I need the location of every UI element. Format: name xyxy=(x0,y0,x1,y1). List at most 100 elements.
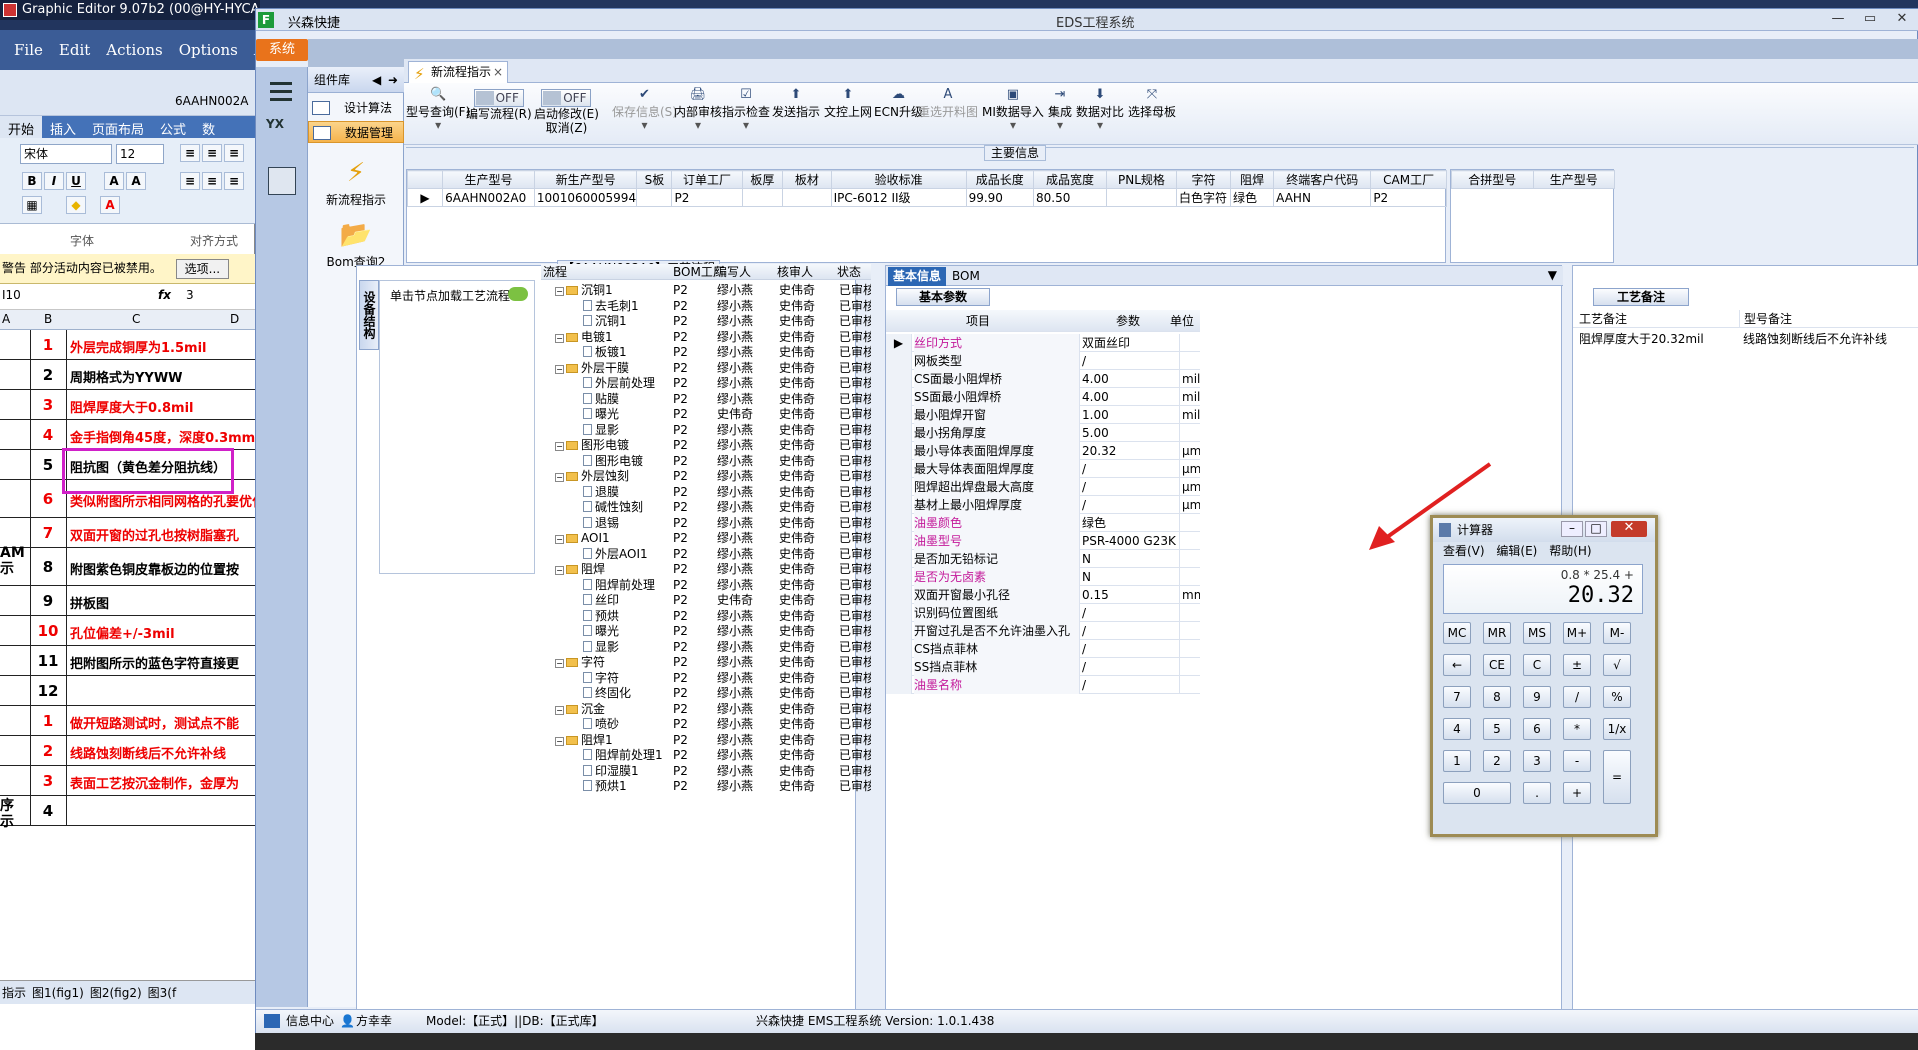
system-button[interactable]: 系统 xyxy=(256,39,308,61)
calculator-key[interactable]: M- xyxy=(1603,622,1631,644)
table-row[interactable]: 4 金手指倒角45度，深度0.3mm xyxy=(0,420,255,450)
tree-row[interactable]: − 字符 P2 缪小燕 史伟奇 已审核 xyxy=(541,654,871,670)
param-value[interactable]: 4.00 xyxy=(1082,370,1180,388)
param-value[interactable]: 0.15 xyxy=(1082,586,1180,604)
process-tree[interactable]: − 沉铜1 P2 缪小燕 史伟奇 已审核 去毛刺1 P2 缪小燕 史伟奇 已审核 沉铜1 P2 缪小燕 史伟… xyxy=(541,278,871,818)
toolbar-button[interactable]: ⬆ 文控上网 xyxy=(824,87,872,119)
table-row[interactable]: 8 附图紫色铜皮靠板边的位置按 xyxy=(0,548,255,586)
calculator-key[interactable]: MS xyxy=(1523,622,1551,644)
grow-font-button[interactable]: A xyxy=(104,172,124,190)
font-color-button[interactable]: A xyxy=(100,196,120,214)
toolbar-button[interactable]: ⇥ 集成 ▾ xyxy=(1048,87,1072,131)
tree-row[interactable]: 图形电镀 P2 缪小燕 史伟奇 已审核 xyxy=(541,453,871,469)
tree-row[interactable]: − 沉金 P2 缪小燕 史伟奇 已审核 xyxy=(541,701,871,717)
param-value[interactable]: / xyxy=(1082,478,1180,496)
column-header[interactable]: CAM工厂 xyxy=(1370,170,1447,189)
tree-row[interactable]: 外层AOI1 P2 缪小燕 史伟奇 已审核 xyxy=(541,546,871,562)
table-row[interactable]: 识别码位置图纸 / xyxy=(886,604,1200,622)
param-value[interactable]: N xyxy=(1082,568,1180,586)
tree-row[interactable]: − AOI1 P2 缪小燕 史伟奇 已审核 xyxy=(541,530,871,546)
calculator-key[interactable]: M+ xyxy=(1563,622,1591,644)
table-row[interactable]: 网板类型 / xyxy=(886,352,1200,370)
tree-row[interactable]: 预烘1 P2 缪小燕 史伟奇 已审核 xyxy=(541,778,871,794)
chevron-left-icon[interactable]: ◀ xyxy=(372,67,381,93)
align-top-button[interactable]: ≡ xyxy=(180,144,200,162)
collapse-icon[interactable]: − xyxy=(555,659,564,668)
name-box[interactable]: I10 xyxy=(2,288,21,302)
param-value[interactable]: 绿色 xyxy=(1082,514,1180,532)
table-row[interactable]: 油墨名称 / xyxy=(886,676,1200,694)
table-row[interactable]: 最大导体表面阻焊厚度 / μm xyxy=(886,460,1200,478)
close-tab-icon[interactable]: × xyxy=(493,62,503,82)
table-row[interactable]: 开窗过孔是否不允许油墨入孔 / xyxy=(886,622,1200,640)
border-button[interactable]: ▦ xyxy=(22,196,42,214)
sidebar-item[interactable]: 数据管理 xyxy=(308,121,404,143)
sidebar-launcher[interactable]: ⚡ 新流程指示 xyxy=(308,159,404,208)
tree-row[interactable]: 退锡 P2 缪小燕 史伟奇 已审核 xyxy=(541,515,871,531)
tree-row[interactable]: 沉铜1 P2 缪小燕 史伟奇 已审核 xyxy=(541,313,871,329)
toolbar-button[interactable]: ✔ 保存信息(S) ▾ xyxy=(612,87,677,131)
table-cell[interactable] xyxy=(741,188,784,207)
basic-params-tab[interactable]: 基本参数 xyxy=(896,288,990,306)
toolbar-button[interactable]: ☁ ECN升级 xyxy=(874,87,923,119)
table-row[interactable]: SS面最小阻焊桥 4.00 mil xyxy=(886,388,1200,406)
param-value[interactable]: / xyxy=(1082,460,1180,478)
sheet-tab[interactable]: 图2(fig2) xyxy=(90,984,142,1001)
table-row[interactable]: ▶ 6AAHN002A0 10010600059949 P2 IPC-6012 II级 9… xyxy=(406,188,1447,207)
maximize-icon[interactable]: ▭ xyxy=(1855,11,1885,29)
toolbar-button[interactable]: ▣ MI数据导入 ▾ xyxy=(982,87,1044,131)
table-row[interactable]: 11 把附图所示的蓝色字符直接更 xyxy=(0,646,255,676)
table-row[interactable]: 1 外层完成铜厚为1.5mil xyxy=(0,330,255,360)
close-icon[interactable]: ✕ xyxy=(1887,11,1917,29)
toolbar-button[interactable]: ⤧ 选择母板 xyxy=(1128,87,1176,119)
param-value[interactable]: / xyxy=(1082,604,1180,622)
table-row[interactable]: 2 周期格式为YYWW xyxy=(0,360,255,390)
tree-row[interactable]: − 图形电镀 P2 缪小燕 史伟奇 已审核 xyxy=(541,437,871,453)
toolbar-button[interactable]: ⬆ 发送指示 xyxy=(772,87,820,119)
param-value[interactable]: 5.00 xyxy=(1082,424,1180,442)
column-header[interactable]: S板 xyxy=(636,170,673,189)
table-row[interactable]: 是否为无卤素 N xyxy=(886,568,1200,586)
tab-basic-info[interactable]: 基本信息 xyxy=(888,267,946,286)
tree-row[interactable]: 去毛刺1 P2 缪小燕 史伟奇 已审核 xyxy=(541,298,871,314)
tree-row[interactable]: − 沉铜1 P2 缪小燕 史伟奇 已审核 xyxy=(541,282,871,298)
calculator-key[interactable]: ± xyxy=(1563,654,1591,676)
param-value[interactable]: / xyxy=(1082,658,1180,676)
options-button[interactable]: 选项... xyxy=(175,258,230,279)
table-cell[interactable]: 白色字符 xyxy=(1176,188,1231,207)
tree-row[interactable]: 印湿膜1 P2 缪小燕 史伟奇 已审核 xyxy=(541,763,871,779)
minimize-icon[interactable]: — xyxy=(1823,11,1853,29)
toolbar-button[interactable]: ☑ 指示检查 ▾ xyxy=(722,87,770,131)
table-cell[interactable] xyxy=(636,188,673,207)
fx-icon[interactable]: fx xyxy=(158,288,171,302)
tab-insert[interactable]: 插入 xyxy=(42,116,84,138)
toolbar-button[interactable]: 🖨 内部审核 ▾ xyxy=(674,87,722,131)
calculator-key[interactable]: 4 xyxy=(1443,718,1471,740)
tab-formulas[interactable]: 公式 xyxy=(152,116,194,138)
table-row[interactable]: 2 线路蚀刻断线后不允许补线 xyxy=(0,736,255,766)
tree-row[interactable]: 显影 P2 缪小燕 史伟奇 已审核 xyxy=(541,422,871,438)
collapse-icon[interactable]: − xyxy=(555,473,564,482)
table-cell[interactable]: 绿色 xyxy=(1229,188,1275,207)
align-right-button[interactable]: ≡ xyxy=(224,172,244,190)
font-size-select[interactable]: 12 xyxy=(116,144,164,164)
merge-model-grid[interactable]: 合拼型号 生产型号 xyxy=(1451,170,1615,189)
column-header[interactable]: 终端客户代码 xyxy=(1273,170,1372,189)
tree-row[interactable]: 预烘 P2 缪小燕 史伟奇 已审核 xyxy=(541,608,871,624)
menu-file[interactable]: File xyxy=(0,41,51,59)
collapse-icon[interactable]: − xyxy=(555,333,564,343)
column-header[interactable]: 项目 xyxy=(966,312,990,330)
tree-row[interactable]: 曝光 P2 史伟奇 史伟奇 已审核 xyxy=(541,406,871,422)
collapse-icon[interactable]: − xyxy=(555,535,564,544)
menu-edit[interactable]: Edit xyxy=(51,41,98,59)
tree-row[interactable]: − 电镀1 P2 缪小燕 史伟奇 已审核 xyxy=(541,329,871,345)
calculator-key[interactable]: MR xyxy=(1483,622,1511,644)
tree-row[interactable]: 曝光 P2 缪小燕 史伟奇 已审核 xyxy=(541,623,871,639)
table-cell[interactable]: 99.90 xyxy=(965,188,1035,207)
column-header[interactable]: 单位 xyxy=(1170,312,1194,330)
calculator-key[interactable]: MC xyxy=(1443,622,1471,644)
sidebar-launcher[interactable]: 📂 Bom查询2 xyxy=(308,221,404,270)
main-info-table[interactable]: 生产型号 新生产型号 S板 订单工厂 板厚 板材 验收标准 成品长度 成品宽度 PNL规格 字符 阻焊… xyxy=(406,169,1447,263)
table-row[interactable]: CS挡点菲林 / xyxy=(886,640,1200,658)
table-row[interactable]: 10 孔位偏差+/-3mil xyxy=(0,616,255,646)
